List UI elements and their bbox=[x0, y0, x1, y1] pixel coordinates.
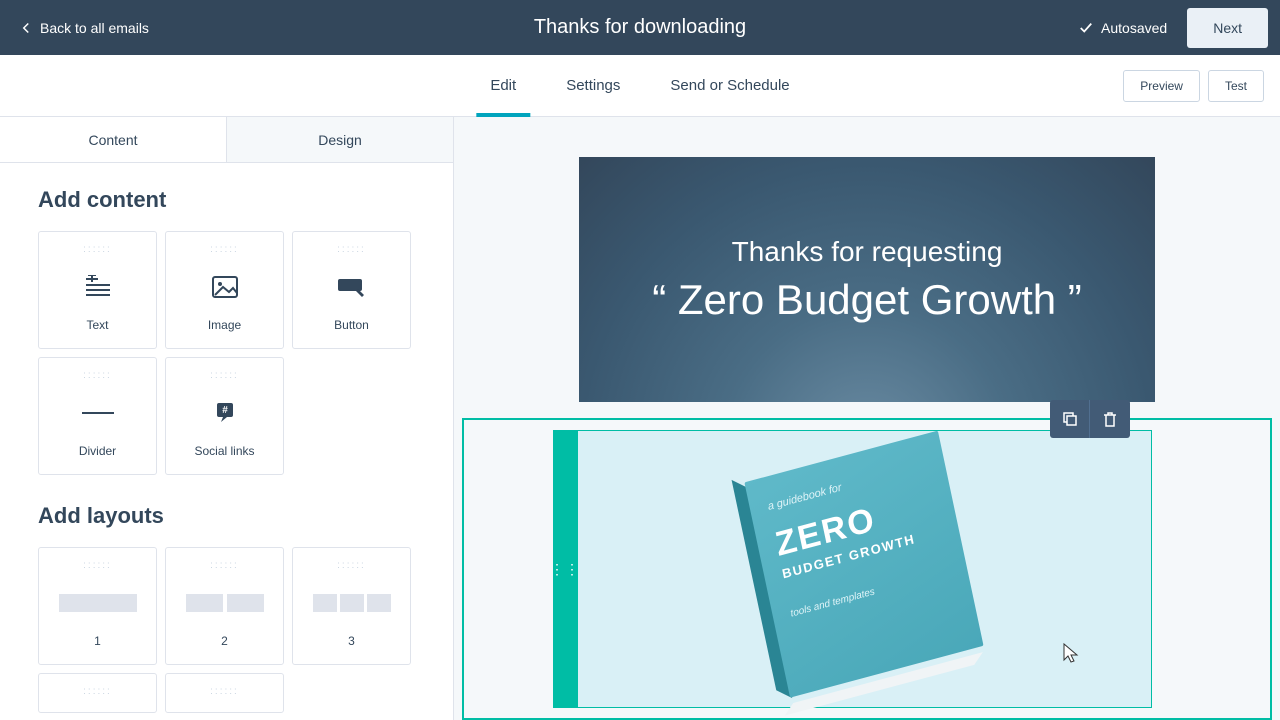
hero-line-1: Thanks for requesting bbox=[732, 236, 1003, 268]
grip-icon: :::::: bbox=[337, 560, 366, 571]
delete-button[interactable] bbox=[1090, 400, 1130, 438]
check-icon bbox=[1079, 21, 1093, 35]
grip-icon: :::::: bbox=[210, 370, 239, 381]
tile-label: Text bbox=[86, 318, 108, 332]
layout-1-icon bbox=[59, 571, 137, 634]
button-icon bbox=[336, 255, 368, 318]
test-button[interactable]: Test bbox=[1208, 70, 1264, 102]
layout-tile-2[interactable]: :::::: 2 bbox=[165, 547, 284, 665]
content-tile-button[interactable]: :::::: Button bbox=[292, 231, 411, 349]
trash-icon bbox=[1103, 411, 1117, 427]
drag-handle[interactable]: ⋮⋮ bbox=[553, 430, 577, 708]
content-tile-image[interactable]: :::::: Image bbox=[165, 231, 284, 349]
autosaved-label: Autosaved bbox=[1101, 20, 1167, 36]
hero-line-2: “ Zero Budget Growth ” bbox=[652, 276, 1082, 324]
grip-icon: :::::: bbox=[83, 244, 112, 255]
autosaved-status: Autosaved bbox=[1079, 20, 1167, 36]
image-module[interactable]: a guidebook for ZERO BUDGET GROWTH tools… bbox=[577, 430, 1152, 708]
tile-label: Image bbox=[208, 318, 241, 332]
next-button[interactable]: Next bbox=[1187, 8, 1268, 48]
tile-label: 2 bbox=[221, 634, 228, 648]
layout-2-icon bbox=[186, 571, 264, 634]
tile-label: Social links bbox=[194, 444, 254, 458]
layout-tile-3[interactable]: :::::: 3 bbox=[292, 547, 411, 665]
tab-settings[interactable]: Settings bbox=[566, 55, 620, 116]
grip-vertical-icon: ⋮⋮ bbox=[550, 561, 580, 578]
email-canvas[interactable]: Thanks for requesting “ Zero Budget Grow… bbox=[454, 117, 1280, 720]
cursor-icon bbox=[1062, 642, 1080, 664]
social-icon: # bbox=[213, 381, 237, 444]
text-icon bbox=[84, 255, 112, 318]
layout-3-icon bbox=[313, 571, 391, 634]
layout-tile-5[interactable]: :::::: bbox=[165, 673, 284, 713]
image-icon bbox=[211, 255, 239, 318]
book-graphic: a guidebook for ZERO BUDGET GROWTH tools… bbox=[744, 431, 985, 708]
grip-icon: :::::: bbox=[83, 686, 112, 697]
grip-icon: :::::: bbox=[210, 244, 239, 255]
back-to-emails[interactable]: Back to all emails bbox=[20, 20, 149, 36]
tile-label: 1 bbox=[94, 634, 101, 648]
tile-label: 3 bbox=[348, 634, 355, 648]
tile-label: Divider bbox=[79, 444, 116, 458]
sidebar-tab-design[interactable]: Design bbox=[226, 117, 453, 163]
block-toolbar bbox=[1050, 400, 1130, 438]
sidebar-tab-content[interactable]: Content bbox=[0, 117, 226, 163]
grip-icon: :::::: bbox=[337, 244, 366, 255]
copy-icon bbox=[1062, 411, 1078, 427]
add-content-heading: Add content bbox=[38, 187, 415, 213]
content-tile-text[interactable]: :::::: Text bbox=[38, 231, 157, 349]
svg-text:#: # bbox=[222, 405, 228, 416]
book-subtitle-2: tools and templates bbox=[789, 566, 950, 619]
add-layouts-heading: Add layouts bbox=[38, 503, 415, 529]
grip-icon: :::::: bbox=[210, 560, 239, 571]
hero-block[interactable]: Thanks for requesting “ Zero Budget Grow… bbox=[579, 157, 1155, 402]
divider-icon bbox=[82, 381, 114, 444]
chevron-left-icon bbox=[20, 22, 32, 34]
content-tile-social[interactable]: :::::: # Social links bbox=[165, 357, 284, 475]
layout-tile-4[interactable]: :::::: bbox=[38, 673, 157, 713]
back-label: Back to all emails bbox=[40, 20, 149, 36]
layout-tile-1[interactable]: :::::: 1 bbox=[38, 547, 157, 665]
page-title: Thanks for downloading bbox=[534, 16, 746, 39]
sidebar: Content Design Add content :::::: Text :… bbox=[0, 117, 454, 720]
duplicate-button[interactable] bbox=[1050, 400, 1090, 438]
preview-button[interactable]: Preview bbox=[1123, 70, 1200, 102]
tab-send-schedule[interactable]: Send or Schedule bbox=[670, 55, 789, 116]
selected-image-block[interactable]: ⋮⋮ a guidebook for ZERO BUDGET GROWTH to… bbox=[462, 418, 1272, 720]
tab-edit[interactable]: Edit bbox=[490, 55, 516, 116]
grip-icon: :::::: bbox=[83, 560, 112, 571]
grip-icon: :::::: bbox=[83, 370, 112, 381]
grip-icon: :::::: bbox=[210, 686, 239, 697]
content-tile-divider[interactable]: :::::: Divider bbox=[38, 357, 157, 475]
tile-label: Button bbox=[334, 318, 369, 332]
